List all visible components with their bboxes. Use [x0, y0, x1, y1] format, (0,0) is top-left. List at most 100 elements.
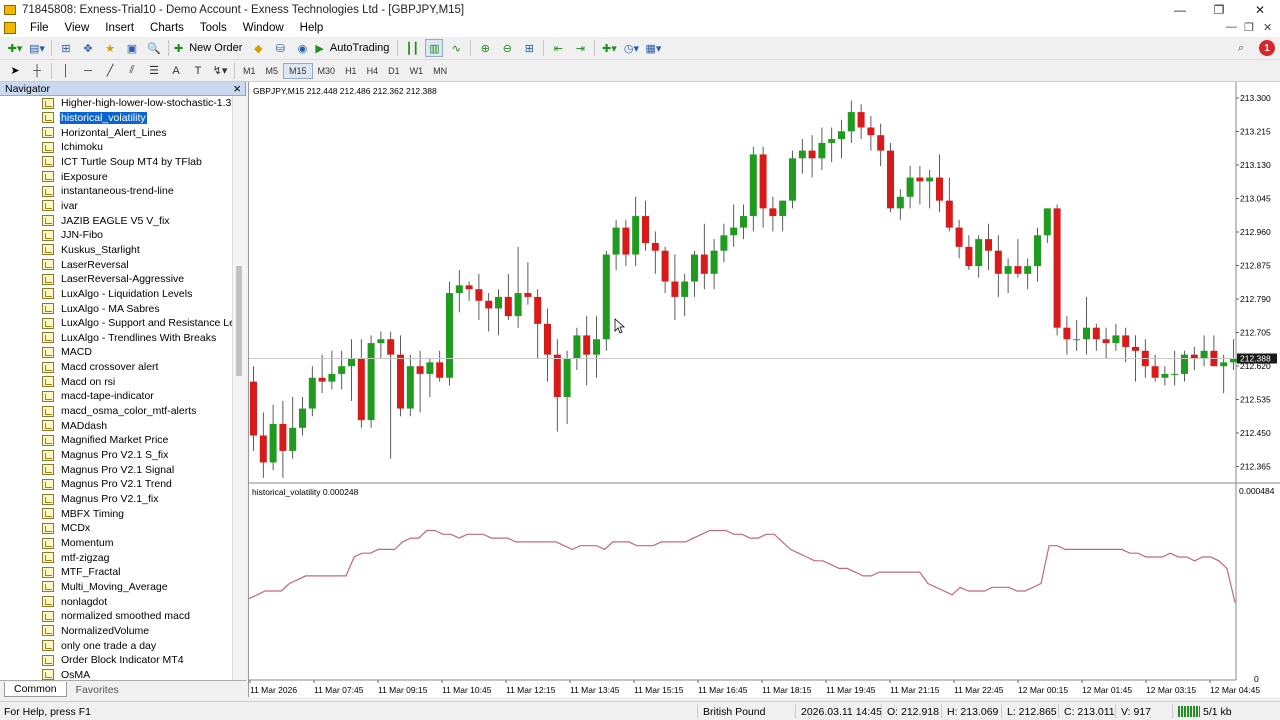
navigator-item[interactable]: MBFX Timing: [0, 506, 232, 521]
navigator-item[interactable]: Magnified Market Price: [0, 433, 232, 448]
crosshair-icon[interactable]: ┼: [28, 62, 46, 80]
timeframe-m30[interactable]: M30: [313, 63, 341, 79]
indicators-icon[interactable]: ✚▾: [600, 39, 618, 57]
market-watch-icon[interactable]: ⊞: [57, 39, 75, 57]
connection-status-icon[interactable]: [1178, 706, 1200, 717]
alerts-badge-icon[interactable]: 1: [1259, 40, 1275, 56]
zoom-out-icon[interactable]: ⊖: [498, 39, 516, 57]
vertical-line-icon[interactable]: │: [57, 62, 75, 80]
timeframe-w1[interactable]: W1: [405, 63, 429, 79]
navigator-item[interactable]: only one trade a day: [0, 638, 232, 653]
navigator-item[interactable]: Magnus Pro V2.1_fix: [0, 492, 232, 507]
arrows-icon[interactable]: ↯▾: [211, 62, 229, 80]
tab-common[interactable]: Common: [4, 682, 67, 697]
timeframe-h4[interactable]: H4: [362, 63, 384, 79]
navigator-item[interactable]: NormalizedVolume: [0, 624, 232, 639]
navigator-item[interactable]: instantaneous-trend-line: [0, 184, 232, 199]
navigator-item[interactable]: JAZIB EAGLE V5 V_fix: [0, 213, 232, 228]
autotrading-button[interactable]: ▶ AutoTrading: [315, 39, 392, 57]
timeframe-m1[interactable]: M1: [238, 63, 261, 79]
cursor-icon[interactable]: ➤: [6, 62, 24, 80]
candlestick-icon[interactable]: ▥: [425, 39, 444, 57]
tab-favorites[interactable]: Favorites: [67, 683, 128, 697]
navigator-item[interactable]: iExposure: [0, 169, 232, 184]
timeframe-m15[interactable]: M15: [283, 62, 313, 79]
navigator-item[interactable]: MTF_Fractal: [0, 565, 232, 580]
text-icon[interactable]: A: [167, 62, 185, 80]
navigator-item[interactable]: ivar: [0, 199, 232, 214]
navigator-item[interactable]: normalized smoothed macd: [0, 609, 232, 624]
mdi-close-button[interactable]: ✕: [1263, 21, 1272, 34]
chart-window[interactable]: 213.300 213.215 213.130 213.045 212.960 212.8…: [248, 82, 1280, 697]
navigator-item[interactable]: macd_osma_color_mtf-alerts: [0, 404, 232, 419]
profiles-icon[interactable]: ▤▾: [28, 39, 46, 57]
menu-view[interactable]: View: [57, 22, 98, 34]
menu-file[interactable]: File: [22, 22, 57, 34]
menu-charts[interactable]: Charts: [142, 22, 192, 34]
menu-window[interactable]: Window: [235, 22, 292, 34]
navigator-item[interactable]: Magnus Pro V2.1 Signal: [0, 462, 232, 477]
periods-icon[interactable]: ◷▾: [622, 39, 640, 57]
market-icon[interactable]: ⛁: [271, 39, 289, 57]
minimize-button[interactable]: —: [1160, 0, 1200, 19]
timeframe-d1[interactable]: D1: [383, 63, 405, 79]
navigator-item[interactable]: macd-tape-indicator: [0, 389, 232, 404]
navigator-item[interactable]: JJN-Fibo: [0, 228, 232, 243]
chart-shift-icon[interactable]: ⇥: [571, 39, 589, 57]
navigator-item[interactable]: Multi_Moving_Average: [0, 580, 232, 595]
navigator-scrollbar[interactable]: [232, 96, 246, 680]
navigator-item[interactable]: LaserReversal-Aggressive: [0, 272, 232, 287]
navigator-item[interactable]: OsMA: [0, 668, 232, 680]
navigator-item[interactable]: MCDx: [0, 521, 232, 536]
zoom-in-icon[interactable]: ⊕: [476, 39, 494, 57]
navigator-item[interactable]: Horizontal_Alert_Lines: [0, 125, 232, 140]
price-chart[interactable]: 213.300 213.215 213.130 213.045 212.960 212.8…: [248, 82, 1280, 697]
timeframe-h1[interactable]: H1: [340, 63, 362, 79]
close-button[interactable]: ✕: [1240, 0, 1280, 19]
navigator-item[interactable]: Order Block Indicator MT4: [0, 653, 232, 668]
metaeditor-icon[interactable]: ◆: [249, 39, 267, 57]
navigator-item[interactable]: Ichimoku: [0, 140, 232, 155]
menu-insert[interactable]: Insert: [97, 22, 142, 34]
navigator-item[interactable]: LuxAlgo - Support and Resistance Levels: [0, 316, 232, 331]
line-chart-icon[interactable]: ∿: [447, 39, 465, 57]
navigator-item[interactable]: historical_volatility: [0, 111, 232, 126]
data-window-icon[interactable]: ✥: [79, 39, 97, 57]
trendline-icon[interactable]: ╱: [101, 62, 119, 80]
navigator-item[interactable]: LuxAlgo - MA Sabres: [0, 301, 232, 316]
signals-icon[interactable]: ◉: [293, 39, 311, 57]
navigator-item[interactable]: mtf-zigzag: [0, 550, 232, 565]
text-label-icon[interactable]: T: [189, 62, 207, 80]
navigator-item[interactable]: Momentum: [0, 536, 232, 551]
navigator-item[interactable]: Macd on rsi: [0, 374, 232, 389]
auto-scroll-icon[interactable]: ⇤: [549, 39, 567, 57]
navigator-item[interactable]: LaserReversal: [0, 257, 232, 272]
scrollbar-thumb[interactable]: [236, 266, 242, 376]
navigator-item[interactable]: nonlagdot: [0, 594, 232, 609]
menu-help[interactable]: Help: [292, 22, 332, 34]
fibonacci-icon[interactable]: ☰: [145, 62, 163, 80]
menu-tools[interactable]: Tools: [192, 22, 235, 34]
navigator-item[interactable]: MADdash: [0, 418, 232, 433]
navigator-item[interactable]: LuxAlgo - Liquidation Levels: [0, 287, 232, 302]
navigator-item[interactable]: Higher-high-lower-low-stochastic-1.3: [0, 96, 232, 111]
tile-windows-icon[interactable]: ⊞: [520, 39, 538, 57]
navigator-item[interactable]: MACD: [0, 345, 232, 360]
new-order-button[interactable]: ✚ New Order: [174, 39, 245, 57]
timeframe-mn[interactable]: MN: [428, 63, 452, 79]
terminal-icon[interactable]: ▣: [123, 39, 141, 57]
navigator-item[interactable]: LuxAlgo - Trendlines With Breaks: [0, 331, 232, 346]
navigator-item[interactable]: ICT Turtle Soup MT4 by TFlab: [0, 155, 232, 170]
horizontal-line-icon[interactable]: ─: [79, 62, 97, 80]
navigator-item[interactable]: Magnus Pro V2.1 S_fix: [0, 448, 232, 463]
search-icon[interactable]: ⌕: [1232, 39, 1250, 57]
equidistant-channel-icon[interactable]: ⫽: [123, 62, 141, 80]
new-chart-icon[interactable]: ✚▾: [6, 39, 24, 57]
navigator-close-button[interactable]: ×: [233, 82, 241, 95]
navigator-item[interactable]: Magnus Pro V2.1 Trend: [0, 477, 232, 492]
restore-button[interactable]: ❐: [1199, 0, 1239, 19]
navigator-item[interactable]: Kuskus_Starlight: [0, 243, 232, 258]
strategy-tester-icon[interactable]: 🔍: [145, 39, 163, 57]
timeframe-m5[interactable]: M5: [261, 63, 284, 79]
navigator-item[interactable]: Macd crossover alert: [0, 360, 232, 375]
